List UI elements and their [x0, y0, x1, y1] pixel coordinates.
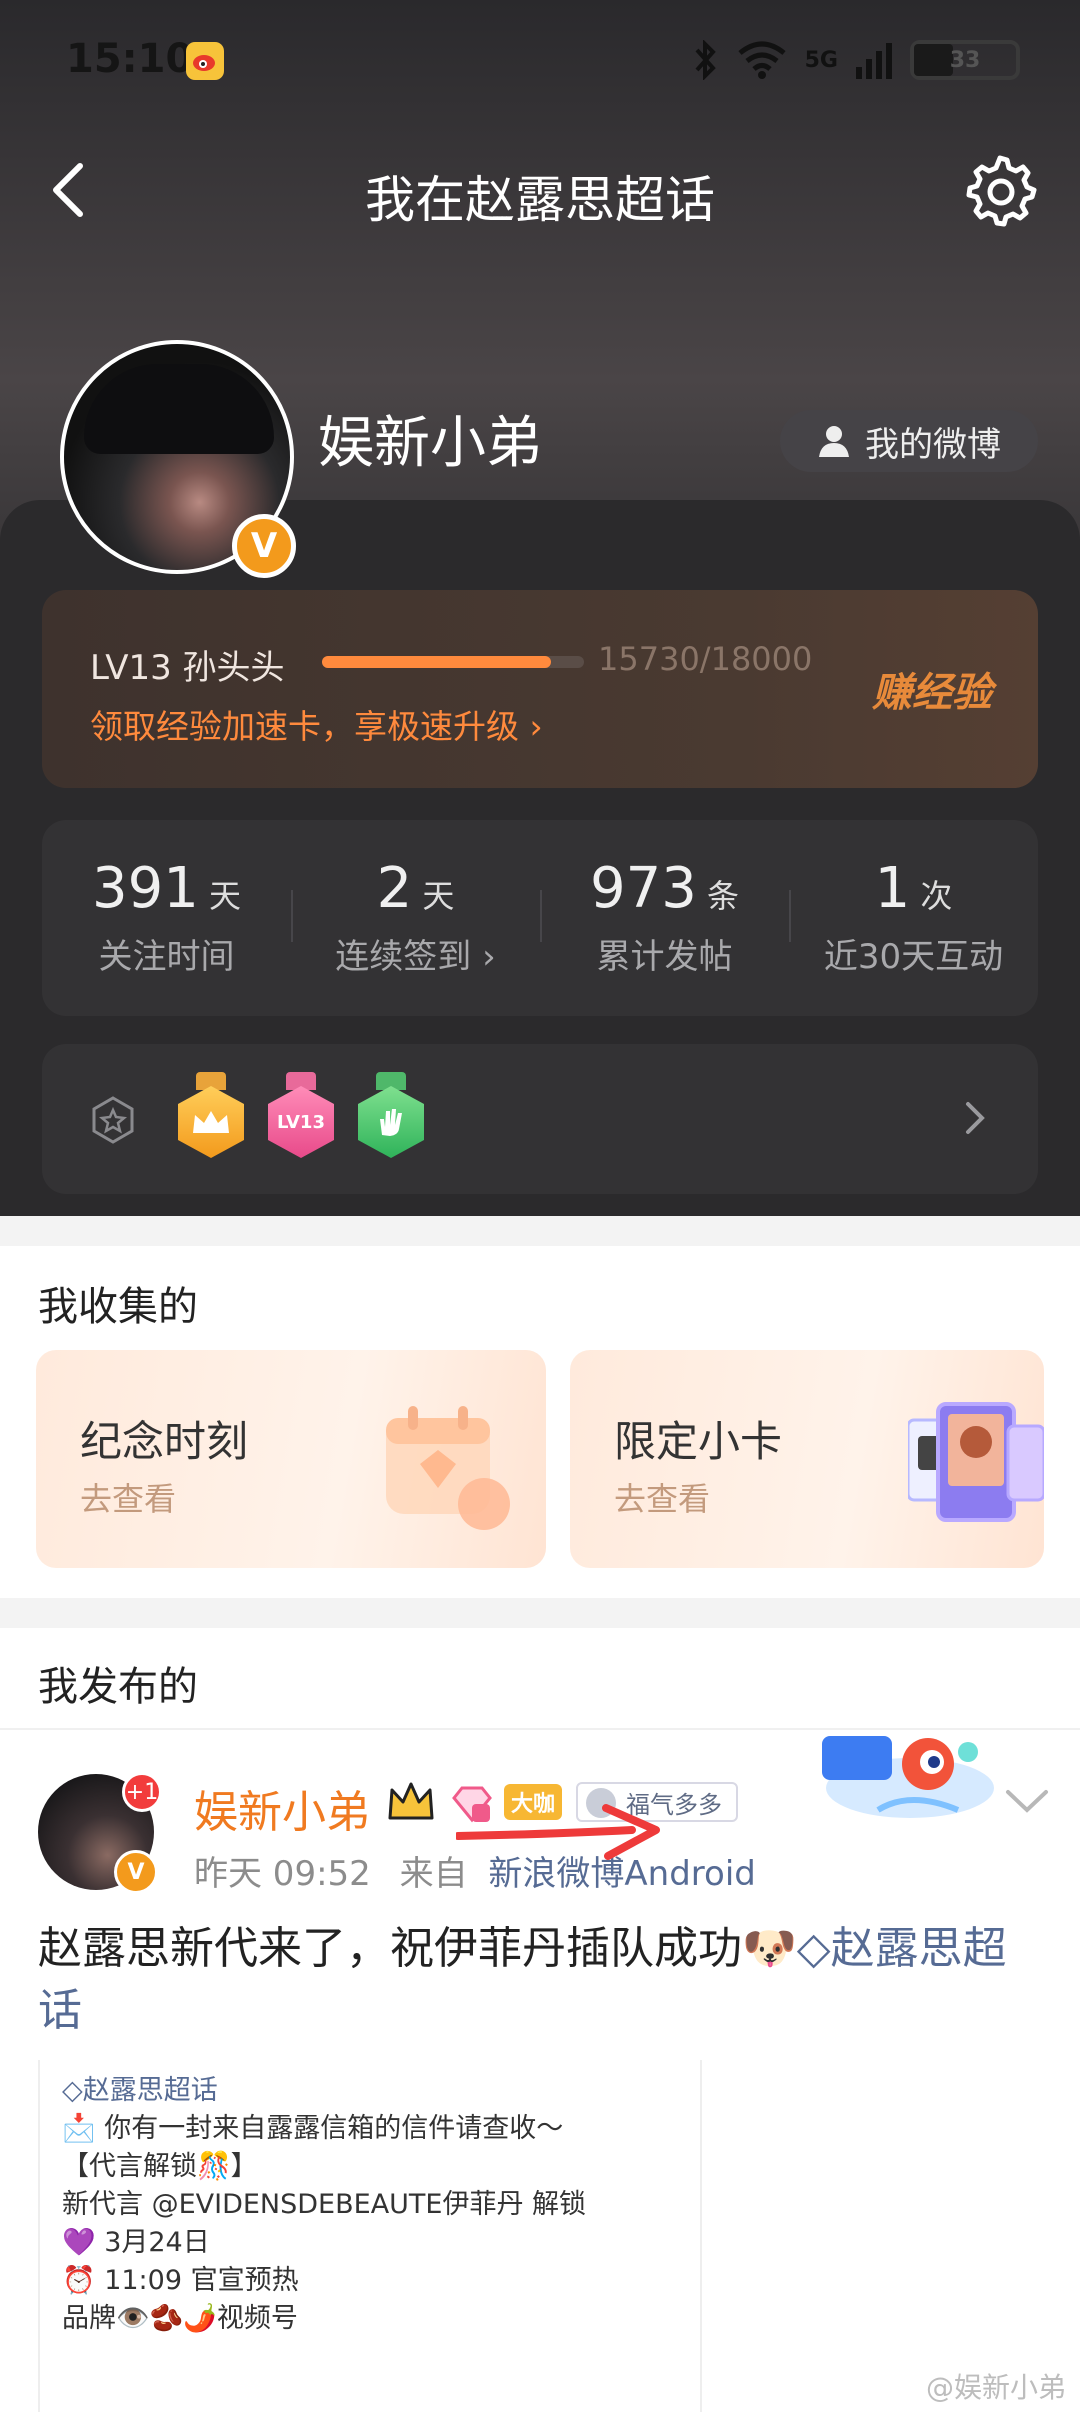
- post-image-card[interactable]: ◇赵露思超话 📩 你有一封来自露露信箱的信件请查收～ 【代言解锁🎊】 新代言 @…: [38, 2060, 702, 2412]
- promo-sticker-icon[interactable]: [818, 1730, 998, 1826]
- stat-label: 连续签到 ›: [335, 937, 496, 977]
- stat-value: 2: [376, 856, 413, 921]
- stat-value: 1: [874, 856, 911, 921]
- battery-level: 33: [949, 47, 981, 73]
- level-name: LV13 孙头头: [90, 648, 285, 688]
- card-line: 新代言 @EVIDENSDEBEAUTE伊菲丹 解锁: [62, 2189, 587, 2220]
- signal-icon: [856, 43, 892, 79]
- weibo-notification-icon: [186, 42, 224, 80]
- stat-value: 973: [590, 856, 697, 921]
- card-line: 💜 3月24日: [62, 2227, 210, 2258]
- section-divider: [0, 1216, 1080, 1246]
- status-time: 15:10: [66, 36, 194, 82]
- collect-card-cards[interactable]: 限定小卡 去查看: [570, 1350, 1044, 1568]
- doge-emoji-icon: 🐶: [742, 1923, 797, 1974]
- post-author-name[interactable]: 娱新小弟: [194, 1776, 370, 1840]
- level-card[interactable]: LV13 孙头头 15730/18000 领取经验加速卡，享极速升级 › 赚经验: [42, 590, 1038, 788]
- network-type: 5G: [804, 47, 838, 73]
- collect-card-title: 纪念时刻: [80, 1417, 249, 1466]
- stat-posts: 973 条 累计发帖: [540, 820, 789, 1016]
- stat-unit: 天: [208, 877, 241, 915]
- stat-checkin-days[interactable]: 2天 连续签到 ›: [291, 820, 540, 1016]
- lv13-medal-icon: LV13: [268, 1072, 334, 1158]
- my-weibo-label: 我的微博: [865, 424, 1001, 465]
- stat-unit: 天: [422, 877, 455, 915]
- stat-label: 关注时间: [98, 937, 235, 977]
- nav-bar: 我在赵露思超话: [0, 130, 1080, 250]
- collection-title: 我收集的: [38, 1284, 198, 1330]
- stat-follow-days: 391 天 关注时间: [42, 820, 291, 1016]
- card-line: ⏰ 11:09 官宣预热: [62, 2265, 299, 2296]
- watermark: @娱新小弟: [925, 2371, 1066, 2404]
- bluetooth-icon: [695, 40, 716, 80]
- level-progress-bar: [322, 656, 584, 668]
- post-body: 赵露思新代来了，祝伊菲丹插队成功🐶◇赵露思超话: [38, 1918, 1048, 2042]
- wifi-icon: [738, 41, 786, 79]
- stat-unit: 条: [706, 877, 739, 915]
- post-text: 赵露思新代来了，祝伊菲丹插队成功: [38, 1923, 742, 1974]
- battery-icon: 33: [910, 40, 1020, 80]
- boost-card-link[interactable]: 领取经验加速卡，享极速升级 ›: [90, 700, 543, 748]
- medal-row[interactable]: LV13: [42, 1044, 1038, 1194]
- topic-diamond-icon: ◇: [796, 1923, 831, 1974]
- crown-icon: [388, 1782, 434, 1820]
- photo-cards-icon: [908, 1402, 1044, 1522]
- crown-medal-icon: [178, 1072, 244, 1158]
- collect-card-sub: 去查看: [614, 1480, 711, 1518]
- earn-exp-button[interactable]: 赚经验: [872, 660, 992, 718]
- stat-unit: 次: [920, 877, 953, 915]
- section-divider: [0, 1598, 1080, 1628]
- medal-lv-text: LV13: [277, 1111, 325, 1133]
- red-arrow-annotation: [456, 1804, 660, 1860]
- my-weibo-button[interactable]: 我的微博: [780, 410, 1038, 472]
- stat-interactions: 1次 近30天互动: [789, 820, 1038, 1016]
- calendar-diamond-icon: [386, 1406, 510, 1530]
- status-icons: 5G 33: [693, 40, 1020, 80]
- medal-outline-icon: [92, 1096, 134, 1144]
- card-line: 📩 你有一封来自露露信箱的信件请查收～: [62, 2113, 564, 2144]
- stat-value: 391: [92, 856, 199, 921]
- collect-card-moments[interactable]: 纪念时刻 去查看: [36, 1350, 546, 1568]
- card-topic[interactable]: 赵露思超话: [83, 2075, 218, 2106]
- hand-medal-icon: [358, 1072, 424, 1158]
- published-title: 我发布的: [38, 1664, 198, 1710]
- card-line: 【代言解锁🎊】: [62, 2151, 258, 2182]
- user-icon: [819, 426, 849, 457]
- username: 娱新小弟: [318, 411, 542, 476]
- chevron-down-icon[interactable]: [1004, 1786, 1050, 1816]
- collect-card-sub: 去查看: [80, 1480, 177, 1518]
- topic-diamond-icon: ◇: [62, 2075, 83, 2106]
- stats-row: 391 天 关注时间 2天 连续签到 › 973 条 累计发帖 1次 近30天互动: [42, 820, 1038, 1016]
- collect-card-title: 限定小卡: [614, 1417, 783, 1466]
- level-progress-text: 15730/18000: [598, 640, 813, 678]
- chevron-right-icon[interactable]: [960, 1096, 990, 1140]
- stat-label: 近30天互动: [823, 937, 1004, 977]
- page-title: 我在赵露思超话: [365, 171, 715, 229]
- verified-badge-small: V: [114, 1850, 158, 1894]
- status-bar: 15:10 5G 33: [0, 0, 1080, 120]
- card-line: 品牌👁️🫘🌶️视频号: [62, 2303, 298, 2334]
- verified-badge: V: [232, 514, 296, 578]
- settings-gear-icon[interactable]: [962, 152, 1038, 228]
- plus-one-badge: +1: [122, 1772, 162, 1812]
- post-time: 昨天 09:52: [194, 1854, 371, 1894]
- stat-label: 累计发帖: [596, 937, 733, 977]
